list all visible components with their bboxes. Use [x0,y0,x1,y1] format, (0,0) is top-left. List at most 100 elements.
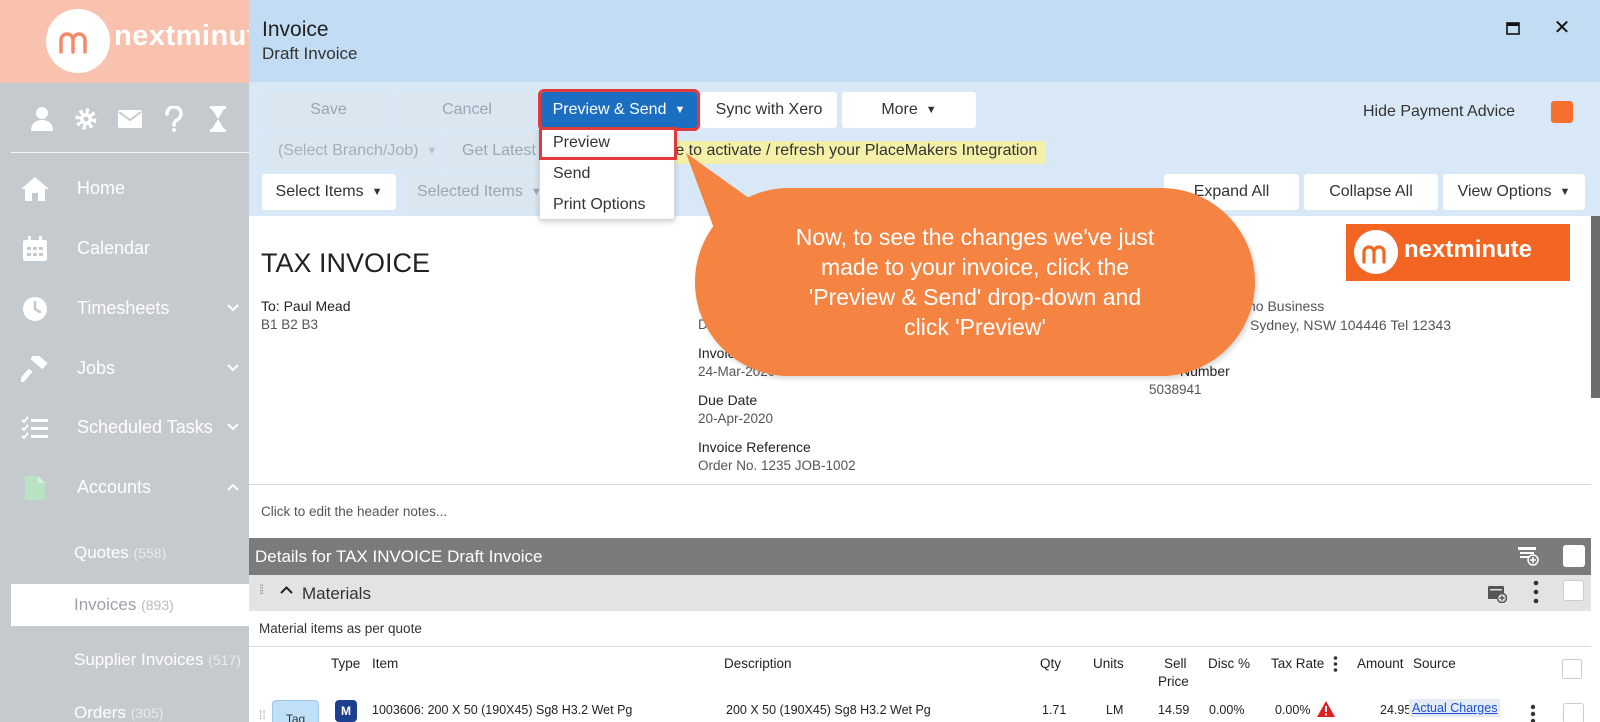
save-button-label: Save [310,101,347,118]
row-description[interactable]: 200 X 50 (190X45) Sg8 H3.2 Wet Pg [726,703,931,717]
mail-icon[interactable] [108,104,152,134]
add-item-icon[interactable] [1487,583,1507,603]
checklist-icon [20,415,50,441]
window-title: Invoice [262,18,329,41]
cancel-button[interactable]: Cancel [400,92,534,128]
gear-icon[interactable] [64,104,108,134]
caret-down-icon: ▼ [426,145,438,157]
drag-handle-icon[interactable]: ⁞⁞ [259,708,266,722]
menu-item-send[interactable]: Send [540,159,676,190]
maximize-icon[interactable] [1505,21,1521,37]
invoice-reference-label: Invoice Reference [698,439,811,455]
row-disc[interactable]: 0.00% [1209,703,1244,717]
sidebar-subitem-invoices[interactable]: Invoices (893) [11,584,249,626]
row-source-link[interactable]: Actual Charges [1409,699,1501,717]
more-vertical-icon[interactable] [1533,580,1539,604]
sidebar-item-label: Scheduled Tasks [77,417,213,437]
subitem-count: (517) [208,652,241,668]
column-header-source: Source [1413,656,1456,671]
select-items-dropdown[interactable]: Select Items ▼ [262,174,396,210]
selected-items-dropdown[interactable]: Selected Items ▼ [401,174,541,210]
sidebar-subitem-orders[interactable]: Orders (305) [11,692,249,722]
sidebar-item-scheduled-tasks[interactable]: Scheduled Tasks [0,398,249,458]
row-amount: 24.95 [1380,703,1412,717]
close-icon[interactable]: ✕ [1553,18,1571,38]
sidebar-item-home[interactable]: Home [0,159,249,219]
placemakers-integration-banner[interactable]: re to activate / refresh your PlaceMaker… [662,141,1046,164]
tag-button[interactable]: Tag [272,700,319,722]
select-all-checkbox[interactable] [1563,545,1585,567]
preview-send-label: Preview & Send [552,101,667,118]
add-section-icon[interactable] [1517,544,1539,566]
sidebar-item-calendar[interactable]: Calendar [0,219,249,279]
sidebar-top-icons [20,104,240,134]
sync-xero-label: Sync with Xero [715,101,823,118]
sidebar-item-jobs[interactable]: Jobs [0,339,249,399]
materials-group-title: Materials [302,584,371,603]
select-items-label: Select Items [275,183,364,200]
get-latest-label: Get Latest [462,142,536,159]
more-vertical-icon[interactable] [1333,656,1338,672]
chevron-down-icon [227,304,239,312]
type-badge: M [335,700,357,722]
row-qty[interactable]: 1.71 [1042,703,1066,717]
due-date-label: Due Date [698,392,758,408]
subitem-label: Quotes [74,543,129,562]
header-checkbox[interactable] [1562,659,1582,679]
window-subtitle: Draft Invoice [262,44,358,63]
group-checkbox[interactable] [1563,580,1584,601]
more-button[interactable]: More ▼ [842,92,976,128]
row-tax-rate[interactable]: 0.00% [1275,703,1310,717]
row-item[interactable]: 1003606: 200 X 50 (190X45) Sg8 H3.2 Wet … [372,703,632,717]
chevron-up-icon [227,483,239,491]
user-icon[interactable] [20,104,64,134]
chevron-down-icon [227,364,239,372]
chevron-up-icon[interactable] [280,584,293,597]
sidebar-subitem-quotes[interactable]: Quotes (558) [11,532,249,574]
bill-to-label: To: Paul Mead [261,298,351,314]
get-latest-button[interactable]: Get Latest [446,133,540,169]
window-header [249,0,1600,82]
sidebar-subitem-supplier-invoices[interactable]: Supplier Invoices (517) [11,639,249,681]
group-note[interactable]: Material items as per quote [259,621,422,636]
more-label: More [881,101,918,118]
document-icon [20,475,50,501]
hourglass-icon[interactable] [196,104,240,134]
logo-mark-icon [1354,230,1398,274]
sidebar-item-timesheets[interactable]: Timesheets [0,279,249,339]
sidebar-item-accounts[interactable]: Accounts [0,458,249,518]
due-date-value: 20-Apr-2020 [698,411,774,426]
subitem-count: (305) [130,705,164,721]
column-header-disc: Disc % [1208,656,1251,671]
logo-wordmark: nextminute [1404,236,1533,263]
subitem-count: (558) [133,545,167,561]
sidebar-item-label: Timesheets [77,298,170,318]
business-name: no Business [1248,298,1325,314]
hammer-icon [20,356,50,382]
help-icon[interactable] [152,104,196,134]
sync-xero-button[interactable]: Sync with Xero [701,92,837,128]
column-header-amount: Amount [1357,656,1404,671]
warning-icon [1317,701,1335,717]
row-checkbox[interactable] [1563,703,1584,722]
column-header-units: Units [1093,656,1124,671]
column-header-sell: Sell [1164,656,1187,671]
row-sell-price[interactable]: 14.59 [1158,703,1189,717]
menu-item-print-options[interactable]: Print Options [540,190,676,221]
header-notes-editor[interactable]: Click to edit the header notes... [261,504,447,519]
materials-group-header[interactable] [249,575,1591,611]
preview-send-button[interactable]: Preview & Send ▼ [538,89,700,131]
view-options-button[interactable]: View Options ▼ [1443,174,1585,210]
collapse-all-button[interactable]: Collapse All [1304,174,1438,210]
row-units[interactable]: LM [1106,703,1123,717]
logo-area: nextminut [0,0,249,83]
subitem-count: (893) [141,597,174,613]
select-branch-job-select[interactable]: (Select Branch/Job) ▼ [262,133,441,169]
save-button[interactable]: Save [262,92,395,128]
menu-item-preview[interactable]: Preview [539,127,677,160]
drag-handle-icon[interactable]: ⁞⁞ [259,582,264,597]
chevron-down-icon [227,423,239,431]
scrollbar[interactable] [1591,216,1600,398]
hide-payment-advice-toggle[interactable] [1551,101,1573,123]
more-vertical-icon[interactable] [1530,704,1536,722]
